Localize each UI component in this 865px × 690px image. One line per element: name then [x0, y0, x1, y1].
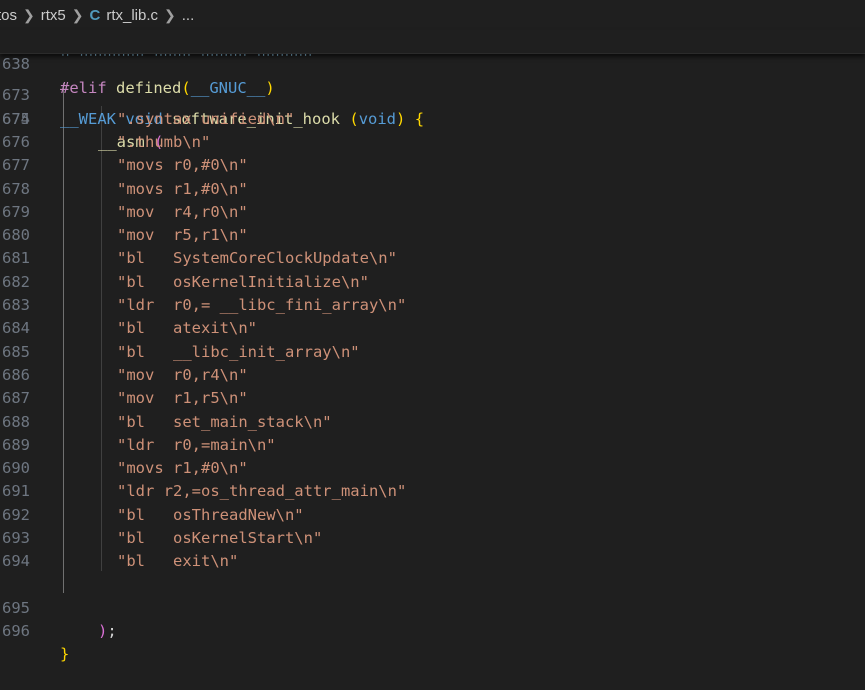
code-line[interactable]: 693 "bl osKernelStart\n": [0, 527, 865, 550]
breadcrumb-file[interactable]: rtx_lib.c: [106, 7, 158, 24]
code-text: ".syntax unified\n": [117, 109, 295, 128]
code-text: "ldr r2,=os_thread_attr_main\n": [117, 482, 407, 501]
code-text: "bl set_main_stack\n": [117, 412, 332, 431]
code-line[interactable]: 690 "movs r1,#0\n": [0, 457, 865, 480]
code-line[interactable]: 682 "bl osKernelInitialize\n": [0, 271, 865, 294]
line-number: 679: [2, 202, 30, 221]
line-number: 694: [2, 552, 30, 571]
code-line[interactable]: 684 "bl atexit\n": [0, 317, 865, 340]
code-line[interactable]: 691 "ldr r2,=os_thread_attr_main\n": [0, 480, 865, 503]
code-text: );: [98, 622, 117, 641]
code-text: "mov r0,r4\n": [117, 365, 248, 384]
code-text: #elif defined(__GNUC__): [60, 78, 275, 97]
code-text: "movs r0,#0\n": [117, 156, 248, 175]
line-number: 686: [2, 365, 30, 384]
code-editor[interactable]: 673 __WEAK void software_init_hook (void…: [0, 61, 865, 663]
code-line[interactable]: 695 );: [0, 574, 865, 640]
chevron-right-icon: ❯: [71, 6, 84, 23]
code-line[interactable]: 683 "ldr r0,= __libc_fini_array\n": [0, 294, 865, 317]
code-text: "bl exit\n": [117, 552, 239, 571]
line-number: 681: [2, 249, 30, 268]
code-text: "movs r1,#0\n": [117, 179, 248, 198]
line-number: 680: [2, 226, 30, 245]
line-number: 696: [2, 622, 30, 641]
line-number: 676: [2, 132, 30, 151]
code-text: "bl osKernelStart\n": [117, 529, 323, 547]
breadcrumb-ellipsis[interactable]: ...: [182, 7, 195, 24]
code-line[interactable]: 685 "bl __libc_init_array\n": [0, 341, 865, 364]
code-line[interactable]: 678 "movs r1,#0\n": [0, 178, 865, 201]
line-number: 693: [2, 529, 30, 547]
code-line[interactable]: 689 "ldr r0,=main\n": [0, 434, 865, 457]
code-text: "mov r4,r0\n": [117, 202, 248, 221]
code-text: "mov r1,r5\n": [117, 389, 248, 408]
chevron-right-icon: ❯: [23, 6, 35, 23]
chevron-right-icon: ❯: [164, 6, 176, 23]
code-line[interactable]: 696 }: [0, 597, 865, 663]
code-line[interactable]: 676 ".thumb\n": [0, 131, 865, 154]
code-text: "ldr r0,=main\n": [117, 435, 276, 454]
code-line[interactable]: 686 "mov r0,r4\n": [0, 364, 865, 387]
code-line[interactable]: 688 "bl set_main_stack\n": [0, 411, 865, 434]
code-line[interactable]: 675 ".syntax unified\n": [0, 108, 865, 131]
hidden-code-line: ░ ░░░░░░░ ░░░░ ░░░░░ ░░░░░░: [0, 53, 865, 61]
breadcrumb: rtos ❯ rtx5 ❯ C rtx_lib.c ❯ ...: [0, 0, 865, 30]
breadcrumb-item-rtx5[interactable]: rtx5: [41, 7, 66, 24]
sticky-scroll-line[interactable]: 638 #elif defined(__GNUC__): [0, 30, 865, 97]
code-line[interactable]: 677 "movs r0,#0\n": [0, 154, 865, 177]
line-number: 689: [2, 435, 30, 454]
line-number: 682: [2, 272, 30, 291]
line-number: 685: [2, 342, 30, 361]
c-file-icon: C: [89, 6, 101, 24]
code-line[interactable]: 687 "mov r1,r5\n": [0, 387, 865, 410]
code-text: ".thumb\n": [117, 132, 211, 151]
code-line[interactable]: 681 "bl SystemCoreClockUpdate\n": [0, 247, 865, 270]
code-text: }: [60, 645, 70, 664]
code-text: "bl atexit\n": [117, 319, 257, 338]
code-line[interactable]: 692 "bl osThreadNew\n": [0, 504, 865, 527]
line-number: 678: [2, 179, 30, 198]
code-line[interactable]: 680 "mov r5,r1\n": [0, 224, 865, 247]
line-number: 692: [2, 505, 30, 524]
line-number: 683: [2, 296, 30, 314]
breadcrumb-item-rtos[interactable]: rtos: [0, 7, 17, 24]
code-text: "movs r1,#0\n": [117, 459, 248, 478]
line-number: 638: [2, 55, 30, 74]
code-text: "bl osThreadNew\n": [117, 505, 304, 524]
line-number: 684: [2, 319, 30, 338]
line-number: 687: [2, 389, 30, 408]
line-number: 677: [2, 156, 30, 175]
code-text: "mov r5,r1\n": [117, 226, 248, 245]
code-line[interactable]: 679 "mov r4,r0\n": [0, 201, 865, 224]
code-text: "bl osKernelInitialize\n": [117, 272, 369, 291]
code-text: "ldr r0,= __libc_fini_array\n": [117, 296, 407, 314]
code-text: "bl SystemCoreClockUpdate\n": [117, 249, 397, 268]
line-number: 691: [2, 482, 30, 501]
line-number: 688: [2, 412, 30, 431]
code-line[interactable]: 694 "bl exit\n": [0, 550, 865, 573]
line-number: 690: [2, 459, 30, 478]
code-text: "bl __libc_init_array\n": [117, 342, 360, 361]
